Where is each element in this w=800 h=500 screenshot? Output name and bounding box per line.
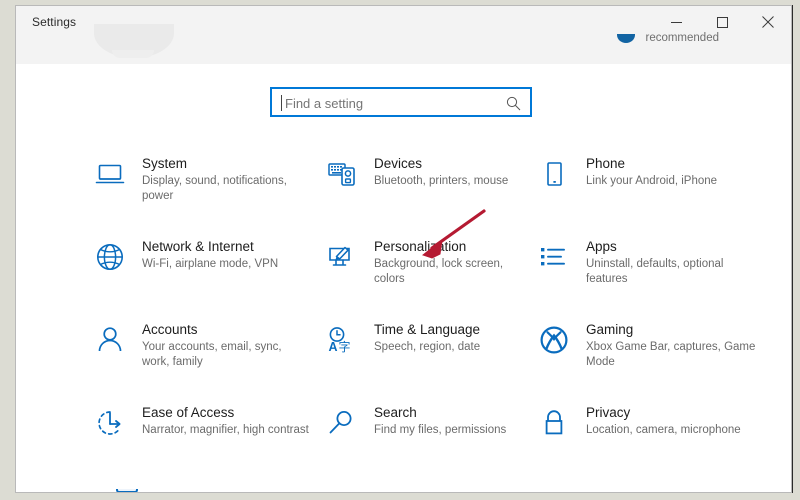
tile-subtitle: Location, camera, microphone (586, 424, 741, 436)
tile-subtitle: Background, lock screen, colors (374, 258, 504, 285)
settings-tile-personalization[interactable]: Personalization Background, lock screen,… (322, 235, 534, 318)
settings-tile-apps[interactable]: Apps Uninstall, defaults, optional featu… (534, 235, 764, 318)
text-caret (281, 95, 282, 111)
tile-title: Privacy (586, 405, 631, 420)
devices-icon (322, 154, 362, 194)
minimize-icon (670, 17, 682, 28)
lock-icon (534, 403, 574, 443)
search-icon[interactable] (506, 96, 521, 116)
tile-title: Accounts (142, 322, 198, 337)
settings-tile-network[interactable]: Network & Internet Wi-Fi, airplane mode,… (90, 235, 322, 318)
tile-text: Search Find my files, permissions (374, 401, 506, 438)
tile-text: Phone Link your Android, iPhone (586, 152, 717, 189)
person-icon (90, 320, 130, 360)
tile-title: Phone (586, 156, 626, 171)
tile-title: Personalization (374, 239, 467, 254)
settings-tile-ease-of-access[interactable]: Ease of Access Narrator, magnifier, high… (90, 401, 322, 484)
tile-subtitle: Xbox Game Bar, captures, Game Mode (586, 341, 756, 368)
globe-icon (90, 237, 130, 277)
tile-text: System Display, sound, notifications, po… (142, 152, 312, 204)
clock-language-icon: A 字 (322, 320, 362, 360)
personalization-icon (322, 237, 362, 277)
ease-of-access-icon (90, 403, 130, 443)
screenshot-root: Settings recommended Find a setting Syst… (0, 0, 800, 500)
settings-tile-privacy[interactable]: Privacy Location, camera, microphone (534, 401, 764, 484)
tile-title: Search (374, 405, 417, 420)
tile-text: Gaming Xbox Game Bar, captures, Game Mod… (586, 318, 756, 370)
next-row-partial-icon (116, 489, 138, 492)
settings-window: Settings recommended Find a setting Syst… (15, 5, 792, 493)
settings-grid: System Display, sound, notifications, po… (16, 152, 791, 484)
maximize-icon (716, 16, 728, 28)
settings-tile-phone[interactable]: Phone Link your Android, iPhone (534, 152, 764, 235)
tile-subtitle: Speech, region, date (374, 341, 481, 353)
blue-indicator-icon (617, 33, 636, 43)
tile-subtitle: Bluetooth, printers, mouse (374, 175, 509, 187)
settings-tile-accounts[interactable]: Accounts Your accounts, email, sync, wor… (90, 318, 322, 401)
settings-tile-devices[interactable]: Devices Bluetooth, printers, mouse (322, 152, 534, 235)
tile-text: Ease of Access Narrator, magnifier, high… (142, 401, 309, 438)
tile-subtitle: Your accounts, email, sync, work, family (142, 341, 282, 368)
search-input[interactable]: Find a setting (285, 95, 363, 112)
tile-subtitle: Uninstall, defaults, optional features (586, 258, 724, 285)
tile-subtitle: Link your Android, iPhone (586, 175, 718, 187)
tile-subtitle: Display, sound, notifications, power (142, 175, 287, 202)
tile-subtitle: Narrator, magnifier, high contrast (142, 424, 309, 436)
settings-tile-system[interactable]: System Display, sound, notifications, po… (90, 152, 322, 235)
tile-text: Network & Internet Wi-Fi, airplane mode,… (142, 235, 278, 272)
tile-text: Apps Uninstall, defaults, optional featu… (586, 235, 756, 287)
settings-tile-gaming[interactable]: Gaming Xbox Game Bar, captures, Game Mod… (534, 318, 764, 401)
window-title: Settings (32, 15, 77, 29)
tile-subtitle: Wi-Fi, airplane mode, VPN (142, 258, 279, 270)
apps-list-icon (534, 237, 574, 277)
search-magnifier-icon (322, 403, 362, 443)
settings-tile-search[interactable]: Search Find my files, permissions (322, 401, 534, 484)
settings-tile-time-language[interactable]: A 字 Time & Language Speech, region, date (322, 318, 534, 401)
tile-title: Devices (374, 156, 423, 171)
tile-title: Ease of Access (142, 405, 235, 420)
recommended-group: recommended (617, 32, 719, 44)
close-button[interactable] (745, 6, 791, 38)
settings-content: Find a setting System Display, sound, no… (16, 64, 791, 492)
svg-text:字: 字 (339, 339, 351, 354)
tile-subtitle: Find my files, permissions (374, 424, 507, 436)
tile-text: Privacy Location, camera, microphone (586, 401, 741, 438)
phone-icon (534, 154, 574, 194)
tile-title: System (142, 156, 188, 171)
account-avatar-partial-shadow (112, 50, 154, 58)
tile-text: Accounts Your accounts, email, sync, wor… (142, 318, 312, 370)
xbox-icon (534, 320, 574, 360)
close-icon (762, 16, 774, 28)
svg-text:A: A (329, 340, 338, 354)
recommended-label: recommended (645, 32, 719, 44)
tile-title: Apps (586, 239, 617, 254)
tile-text: Personalization Background, lock screen,… (374, 235, 534, 287)
laptop-icon (90, 154, 130, 194)
tile-title: Gaming (586, 322, 634, 337)
search-box[interactable]: Find a setting (270, 87, 532, 117)
tile-title: Time & Language (374, 322, 481, 337)
tile-text: Time & Language Speech, region, date (374, 318, 480, 355)
tile-title: Network & Internet (142, 239, 254, 254)
tile-text: Devices Bluetooth, printers, mouse (374, 152, 508, 189)
